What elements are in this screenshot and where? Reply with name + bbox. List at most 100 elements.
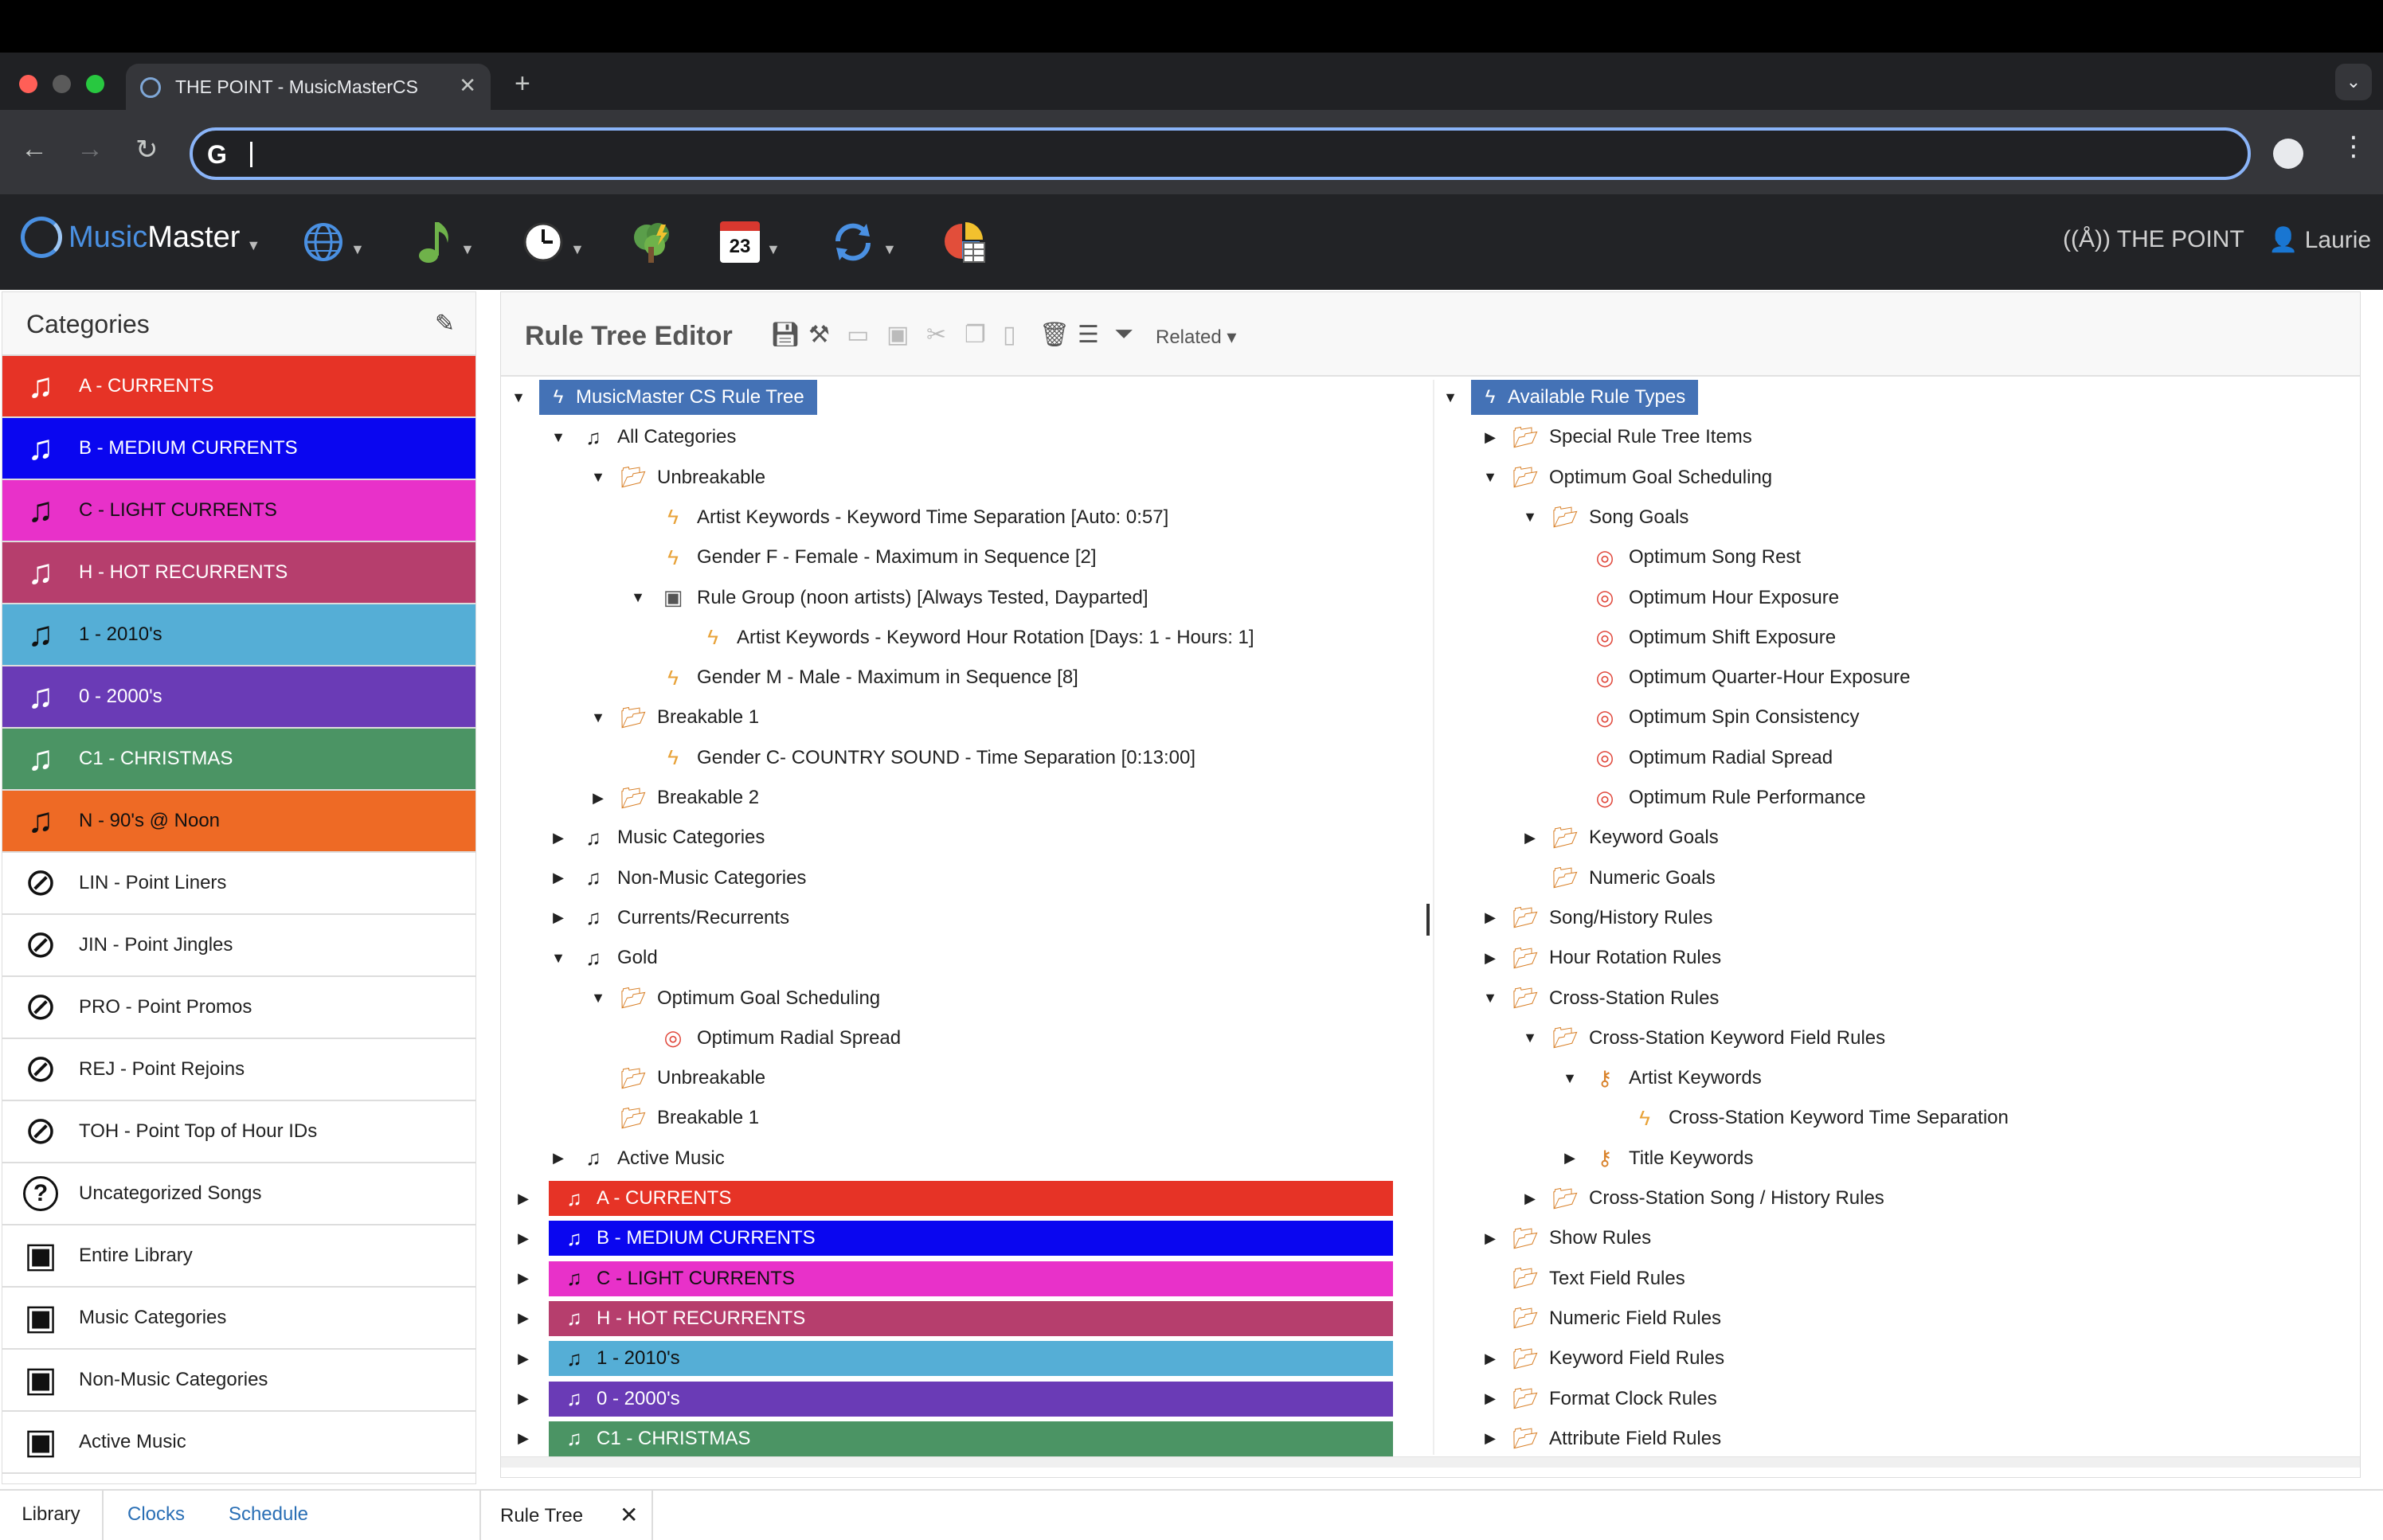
- tree-node[interactable]: ϟ Gender M - Male - Maximum in Sequence […: [628, 660, 1078, 695]
- edit-icon[interactable]: ✎: [435, 310, 455, 338]
- close-tab-icon[interactable]: ✕: [620, 1502, 638, 1528]
- collapsed-caret-icon[interactable]: ▶: [1481, 429, 1500, 446]
- tree-node[interactable]: ▶ ♫ C - LIGHT CURRENTS: [518, 1261, 1393, 1296]
- expanded-caret-icon[interactable]: ▼: [549, 429, 568, 446]
- trash-icon[interactable]: 🗑︎: [1039, 321, 1070, 349]
- tree-node[interactable]: ◎ Optimum Spin Consistency: [1560, 700, 1860, 735]
- collapsed-caret-icon[interactable]: ▶: [1560, 1150, 1579, 1167]
- category-item[interactable]: ♫ N - 90's @ Noon: [2, 791, 475, 853]
- tree-node[interactable]: ▶ 📂︎ Song/History Rules: [1481, 901, 1712, 936]
- category-item[interactable]: ♫ C - LIGHT CURRENTS: [2, 480, 475, 542]
- new-tab-button[interactable]: +: [515, 68, 530, 100]
- collapsed-caret-icon[interactable]: ▶: [514, 1310, 533, 1327]
- tree-node[interactable]: ▶ 📂︎ Show Rules: [1481, 1221, 1651, 1256]
- tree-node[interactable]: ϟ Artist Keywords - Keyword Hour Rotation…: [668, 620, 1254, 655]
- list-icon[interactable]: ☰: [1078, 321, 1099, 349]
- forward-arrow-icon[interactable]: →: [76, 134, 104, 165]
- tree-node[interactable]: ▶ ⚷ Title Keywords: [1560, 1141, 1753, 1176]
- expanded-caret-icon[interactable]: ▼: [1481, 469, 1500, 486]
- splitter-handle[interactable]: [1426, 904, 1430, 936]
- horizontal-scrollbar[interactable]: [501, 1456, 2360, 1468]
- collapsed-caret-icon[interactable]: ▶: [549, 1150, 568, 1167]
- collapsed-caret-icon[interactable]: ▶: [514, 1230, 533, 1247]
- collapsed-caret-icon[interactable]: ▶: [549, 909, 568, 926]
- expanded-caret-icon[interactable]: ▼: [1520, 509, 1540, 526]
- tree-node[interactable]: ▼ 📂︎ Song Goals: [1520, 500, 1688, 535]
- collapsed-caret-icon[interactable]: ▶: [1520, 830, 1540, 846]
- category-item[interactable]: ♫ 1 - 2010's: [2, 604, 475, 666]
- category-item[interactable]: ♫ C1 - CHRISTMAS: [2, 729, 475, 791]
- collapsed-caret-icon[interactable]: ▶: [549, 830, 568, 846]
- back-arrow-icon[interactable]: ←: [21, 134, 48, 165]
- tree-node[interactable]: ▶ ♫ B - MEDIUM CURRENTS: [518, 1221, 1393, 1257]
- tree-node[interactable]: ◎ Optimum Shift Exposure: [1560, 620, 1836, 655]
- tree-node[interactable]: ▶ ♫ Music Categories: [549, 820, 765, 855]
- tree-node[interactable]: 📂︎ Unbreakable: [589, 1061, 765, 1096]
- expanded-caret-icon[interactable]: ▼: [589, 709, 608, 726]
- collapsed-caret-icon[interactable]: ▶: [514, 1390, 533, 1407]
- save-icon[interactable]: 💾︎: [770, 321, 800, 349]
- collapsed-caret-icon[interactable]: ▶: [514, 1350, 533, 1367]
- tree-node[interactable]: ▶ 📂︎ Cross-Station Song / History Rules: [1520, 1181, 1884, 1216]
- category-item[interactable]: ▣ Music Categories: [2, 1288, 475, 1350]
- collapsed-caret-icon[interactable]: ▶: [1481, 1350, 1500, 1367]
- tab-rule-tree[interactable]: Rule Tree ✕: [479, 1491, 653, 1540]
- expanded-caret-icon[interactable]: ▼: [628, 589, 648, 606]
- tree-node[interactable]: 📂︎ Numeric Goals: [1520, 861, 1716, 896]
- tree-node[interactable]: ▶ ♫ H - HOT RECURRENTS: [518, 1300, 1393, 1336]
- tree-node[interactable]: ▼ 📂︎ Optimum Goal Scheduling: [589, 981, 880, 1016]
- expanded-caret-icon[interactable]: ▼: [1560, 1070, 1579, 1087]
- category-item[interactable]: ⊘ LIN - Point Liners: [2, 853, 475, 915]
- music-menu-button[interactable]: ▼: [417, 213, 475, 271]
- tree-node[interactable]: ϟ Cross-Station Keyword Time Separation: [1600, 1100, 2009, 1135]
- browser-tab[interactable]: THE POINT - MusicMasterCS ✕: [126, 64, 491, 110]
- tree-node[interactable]: ▼ ♫ Gold: [549, 940, 658, 975]
- pane-divider[interactable]: [1433, 380, 1434, 1455]
- tree-node[interactable]: ▼ 📂︎ Cross-Station Keyword Field Rules: [1520, 1021, 1885, 1056]
- tree-node[interactable]: ◎ Optimum Hour Exposure: [1560, 580, 1839, 616]
- expanded-caret-icon[interactable]: ▼: [509, 389, 528, 406]
- maximize-window-button[interactable]: [86, 75, 104, 93]
- tree-root-node[interactable]: ▼ ϟ Available Rule Types: [1441, 380, 1699, 415]
- category-item[interactable]: ? Uncategorized Songs: [2, 1163, 475, 1225]
- minimize-window-button[interactable]: [53, 75, 71, 93]
- tab-search-button[interactable]: ⌄: [2335, 64, 2372, 100]
- tree-node[interactable]: ▶ 📂︎ Attribute Field Rules: [1481, 1421, 1721, 1456]
- address-bar[interactable]: G: [190, 127, 2251, 180]
- tree-node[interactable]: ▶ ♫ A - CURRENTS: [518, 1181, 1393, 1216]
- tree-node[interactable]: ▶ 📂︎ Keyword Goals: [1520, 820, 1719, 855]
- copy-icon[interactable]: ❐: [965, 321, 986, 349]
- tree-node[interactable]: ϟ Gender F - Female - Maximum in Sequence…: [628, 540, 1096, 575]
- tab-schedule[interactable]: Schedule: [209, 1491, 328, 1540]
- tree-node[interactable]: ▼ 📂︎ Cross-Station Rules: [1481, 981, 1719, 1016]
- collapsed-caret-icon[interactable]: ▶: [1481, 1430, 1500, 1447]
- tree-node[interactable]: ▶ 📂︎ Special Rule Tree Items: [1481, 420, 1752, 455]
- tree-node[interactable]: ▶ ♫ Non-Music Categories: [549, 861, 806, 896]
- tree-node[interactable]: ◎ Optimum Quarter-Hour Exposure: [1560, 660, 1911, 695]
- globe-menu-button[interactable]: ▼: [303, 213, 365, 271]
- collapsed-caret-icon[interactable]: ▶: [1481, 909, 1500, 926]
- root-node-badge[interactable]: ϟ Available Rule Types: [1471, 380, 1699, 415]
- tree-node[interactable]: ▶ 📂︎ Breakable 2: [589, 780, 759, 815]
- collapsed-caret-icon[interactable]: ▶: [1481, 1230, 1500, 1247]
- tab-library[interactable]: Library: [0, 1491, 104, 1540]
- tree-node[interactable]: ◎ Optimum Radial Spread: [628, 1021, 901, 1056]
- collapsed-caret-icon[interactable]: ▶: [514, 1190, 533, 1207]
- tree-node[interactable]: ▶ ♫ 1 - 2010's: [518, 1341, 1393, 1377]
- category-item[interactable]: ▣ Active Music: [2, 1412, 475, 1474]
- tree-node[interactable]: ◎ Optimum Radial Spread: [1560, 741, 1833, 776]
- tree-node[interactable]: ▼ 📂︎ Breakable 1: [589, 700, 759, 735]
- profile-icon[interactable]: [2273, 139, 2303, 169]
- collapsed-caret-icon[interactable]: ▶: [1520, 1190, 1540, 1207]
- category-item[interactable]: ♫ 0 - 2000's: [2, 666, 475, 729]
- collapsed-caret-icon[interactable]: ▶: [514, 1270, 533, 1287]
- tree-root-node[interactable]: ▼ ϟ MusicMaster CS Rule Tree: [509, 380, 817, 415]
- collapsed-caret-icon[interactable]: ▶: [589, 790, 608, 807]
- tree-node[interactable]: ϟ Gender C- COUNTRY SOUND - Time Separati…: [628, 741, 1195, 776]
- tab-clocks[interactable]: Clocks: [105, 1491, 207, 1540]
- collapsed-caret-icon[interactable]: ▶: [1481, 950, 1500, 967]
- tree-node[interactable]: ▶ 📂︎ Hour Rotation Rules: [1481, 940, 1721, 975]
- user-menu[interactable]: 👤 Laurie: [2268, 226, 2371, 254]
- rule-tree-button[interactable]: [629, 213, 674, 271]
- tree-node[interactable]: ▶ ♫ C1 - CHRISTMAS: [518, 1421, 1393, 1456]
